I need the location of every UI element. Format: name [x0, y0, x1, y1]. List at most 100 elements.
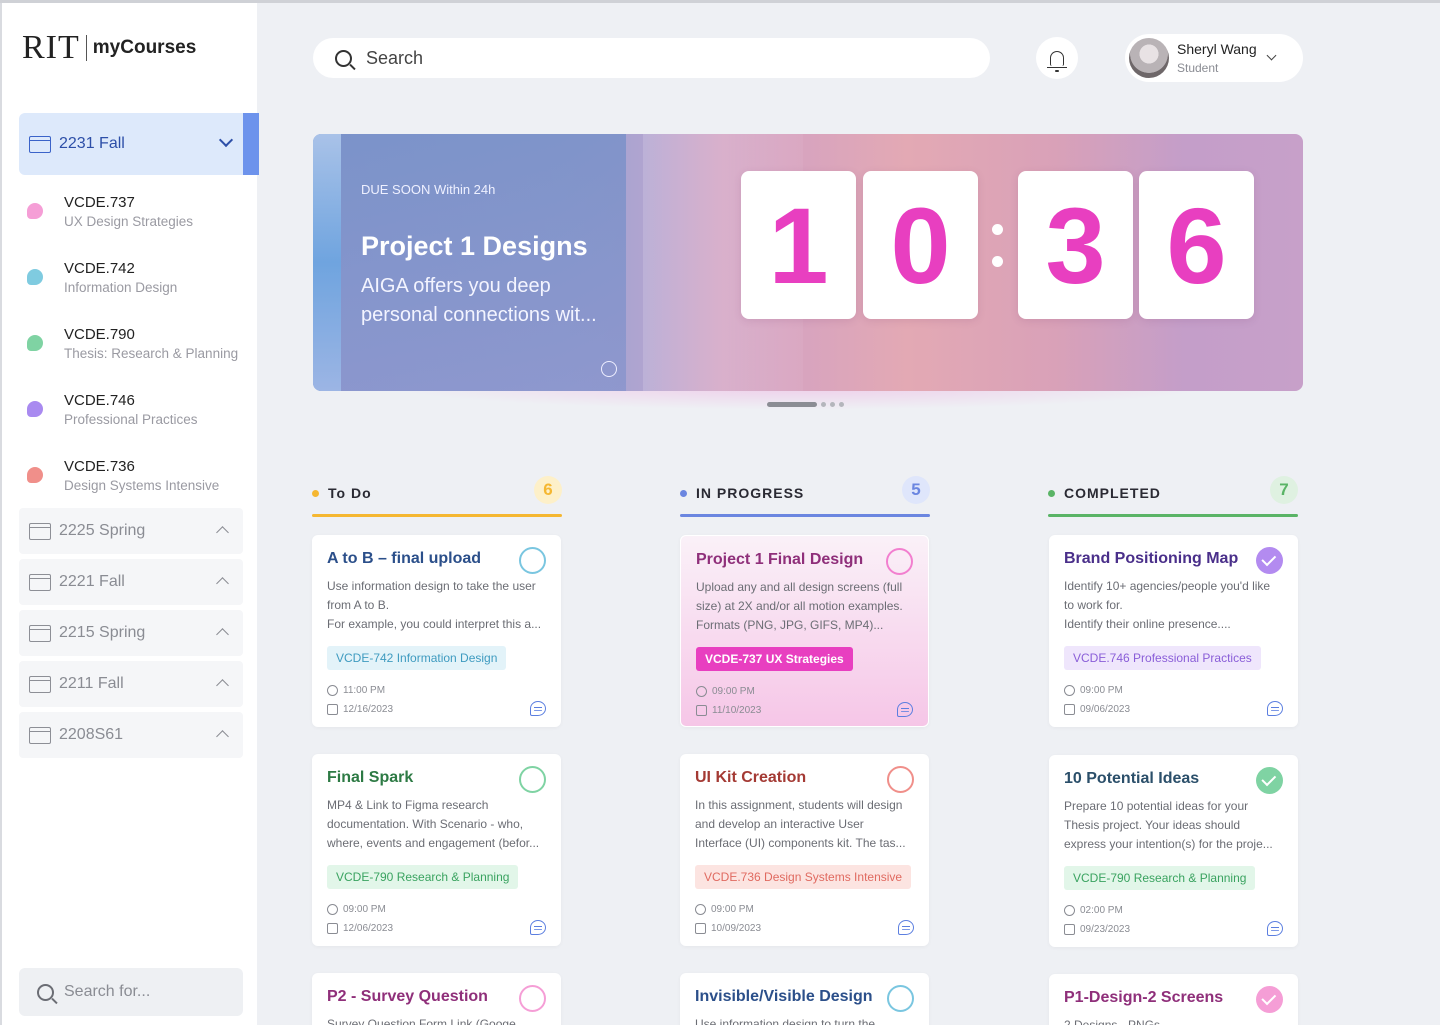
rit-mycourses-logo[interactable]: RIT myCourses [22, 29, 196, 67]
carousel-dot[interactable] [821, 401, 826, 407]
task-description: Survey Question Form Link (Googe... [327, 1015, 549, 1025]
task-title: UI Kit Creation [695, 769, 807, 786]
task-description: Prepare 10 potential ideas for your Thes… [1064, 797, 1286, 854]
task-title: P2 - Survey Question [327, 988, 488, 1005]
course-tag[interactable]: VCDE.746 Professional Practices [1064, 646, 1261, 670]
sidebar-course-vcde742[interactable]: VCDE.742 Information Design [19, 254, 249, 310]
calendar-icon [29, 522, 51, 540]
task-card[interactable]: Invisible/Visible Design Use information… [680, 973, 929, 1025]
course-tag[interactable]: VCDE.736 Design Systems Intensive [695, 865, 912, 889]
sidebar-search-placeholder: Search for... [64, 983, 151, 1000]
term-label: 2208S61 [59, 726, 124, 743]
term-2231-fall[interactable]: 2231 Fall [19, 113, 259, 175]
notifications-button[interactable] [1036, 37, 1078, 79]
carousel-dots[interactable] [767, 401, 848, 407]
calendar-icon [29, 624, 51, 642]
sidebar-search[interactable]: Search for... [19, 968, 243, 1016]
user-menu[interactable]: Sheryl Wang Student [1125, 34, 1303, 82]
clock-icon [327, 904, 338, 915]
course-tag[interactable]: VCDE-737 UX Strategies [696, 647, 853, 671]
check-icon[interactable] [1256, 547, 1283, 574]
comment-icon[interactable] [530, 701, 546, 716]
comment-icon[interactable] [530, 920, 546, 935]
course-code: VCDE.746 [64, 392, 135, 409]
status-dot [1048, 490, 1055, 497]
sidebar-course-vcde790[interactable]: VCDE.790 Thesis: Research & Planning [19, 320, 249, 376]
desc-line: 2 Designs - PNGs [1064, 1018, 1161, 1025]
course-color-dot [27, 401, 43, 417]
course-code: VCDE.742 [64, 260, 135, 277]
term-2208s61[interactable]: 2208S61 [19, 712, 243, 758]
complete-toggle[interactable] [887, 766, 914, 793]
calendar-icon [696, 705, 707, 716]
carousel-dot-active[interactable] [767, 401, 817, 407]
term-2211-fall[interactable]: 2211 Fall [19, 661, 243, 707]
term-2225-spring[interactable]: 2225 Spring [19, 508, 243, 554]
clock-icon [696, 686, 707, 697]
sidebar: RIT myCourses 2231 Fall VCDE.737 UX Desi… [0, 3, 259, 1025]
check-icon[interactable] [1256, 986, 1283, 1013]
course-name: Information Design [64, 280, 178, 295]
term-2221-fall[interactable]: 2221 Fall [19, 559, 243, 605]
bell-icon [1047, 50, 1067, 72]
chevron-up-icon [216, 577, 229, 590]
due-date: 10/09/2023 [695, 923, 761, 934]
course-color-dot [27, 467, 43, 483]
term-2215-spring[interactable]: 2215 Spring [19, 610, 243, 656]
task-card[interactable]: UI Kit Creation In this assignment, stud… [680, 754, 929, 946]
complete-toggle[interactable] [519, 547, 546, 574]
comment-icon[interactable] [897, 702, 913, 717]
due-soon-banner[interactable]: DUE SOON Within 24h Project 1 Designs AI… [313, 134, 1303, 391]
comment-icon[interactable] [1267, 701, 1283, 716]
status-dot [680, 490, 687, 497]
course-tag[interactable]: VCDE-742 Information Design [327, 646, 507, 670]
desc-line: Identify their online presence.... [1064, 617, 1231, 631]
desc-line: size) at 2X and/or all motion examples. [696, 599, 903, 613]
global-search-bar[interactable] [313, 38, 990, 78]
task-card[interactable]: P2 - Survey Question Survey Question For… [312, 973, 561, 1025]
sidebar-course-vcde736[interactable]: VCDE.736 Design Systems Intensive [19, 452, 249, 508]
course-tag[interactable]: VCDE-790 Research & Planning [1064, 866, 1256, 890]
comment-icon[interactable] [601, 361, 617, 377]
time-text: 09:00 PM [343, 904, 386, 915]
column-header-in-progress: IN PROGRESS 5 [680, 476, 930, 518]
desc-line: Use information design to turn the... [695, 1017, 886, 1025]
clock-icon [1064, 905, 1075, 916]
task-title: 10 Potential Ideas [1064, 770, 1200, 787]
task-card-active[interactable]: Project 1 Final Design Upload any and al… [680, 535, 929, 727]
complete-toggle[interactable] [519, 985, 546, 1012]
task-card[interactable]: 10 Potential Ideas Prepare 10 potential … [1049, 755, 1298, 947]
comment-icon[interactable] [898, 920, 914, 935]
carousel-dot[interactable] [839, 401, 844, 407]
task-title: Project 1 Final Design [696, 551, 864, 568]
complete-toggle[interactable] [887, 985, 914, 1012]
sidebar-course-vcde746[interactable]: VCDE.746 Professional Practices [19, 386, 249, 442]
search-icon [37, 983, 54, 1001]
course-tag[interactable]: VCDE-790 Research & Planning [327, 865, 519, 889]
comment-icon[interactable] [1267, 921, 1283, 936]
complete-toggle[interactable] [519, 766, 546, 793]
desc-line: to work for. [1064, 598, 1123, 612]
search-input[interactable] [366, 47, 926, 69]
date-text: 09/23/2023 [1080, 924, 1131, 935]
carousel-dot[interactable] [830, 401, 835, 407]
task-card[interactable]: A to B – final upload Use information de… [312, 535, 561, 727]
due-time: 09:00 PM [1064, 685, 1123, 696]
check-icon[interactable] [1256, 767, 1283, 794]
time-text: 09:00 PM [711, 904, 754, 915]
chevron-up-icon [216, 526, 229, 539]
sidebar-course-vcde737[interactable]: VCDE.737 UX Design Strategies [19, 188, 249, 244]
desc-line: MP4 & Link to Figma research [327, 798, 489, 812]
task-card[interactable]: P1-Design-2 Screens 2 Designs - PNGs [1049, 974, 1298, 1025]
due-date: 12/16/2023 [327, 704, 393, 715]
complete-toggle[interactable] [886, 548, 913, 575]
task-card[interactable]: Final Spark MP4 & Link to Figma research… [312, 754, 561, 946]
calendar-icon [1064, 924, 1075, 935]
calendar-icon [327, 704, 338, 715]
task-card[interactable]: Brand Positioning Map Identify 10+ agenc… [1049, 535, 1298, 727]
count-badge: 6 [534, 476, 562, 504]
chevron-up-icon [216, 679, 229, 692]
term-label: 2225 Spring [59, 522, 146, 539]
term-label: 2215 Spring [59, 624, 146, 641]
logo-divider [85, 35, 87, 61]
